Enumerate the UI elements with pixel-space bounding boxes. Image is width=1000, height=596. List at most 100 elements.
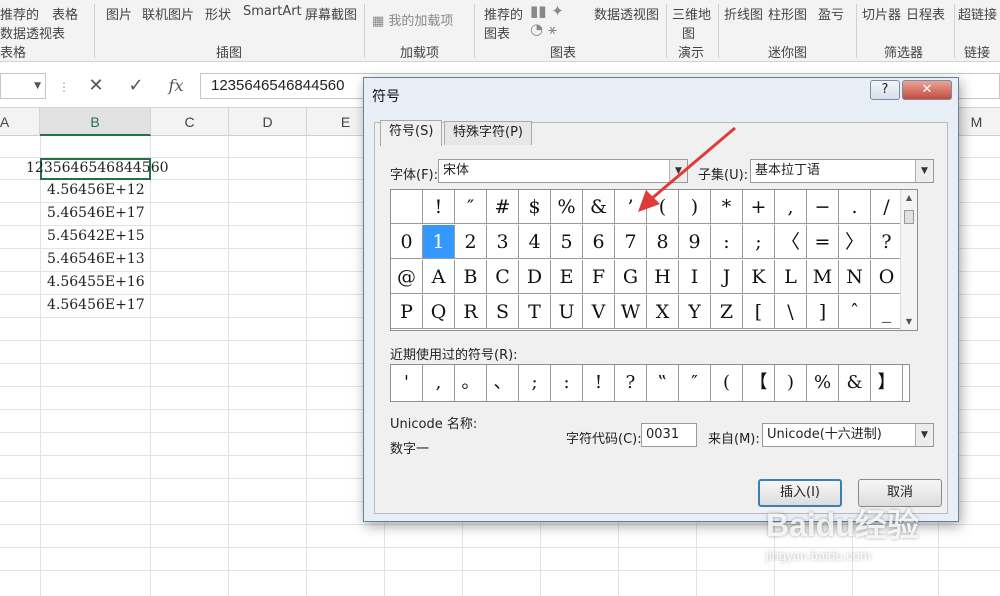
chevron-down-icon[interactable]: ▼: [669, 160, 687, 182]
symbol-cell[interactable]: H: [647, 260, 679, 294]
3d-map-button[interactable]: 三维地 图: [672, 4, 711, 42]
symbol-cell[interactable]: C: [487, 260, 519, 294]
symbol-cell[interactable]: A: [423, 260, 455, 294]
symbol-cell[interactable]: ): [679, 190, 711, 224]
symbol-cell[interactable]: 3: [487, 225, 519, 259]
recent-symbol-cell[interactable]: 【: [743, 365, 775, 401]
symbol-cell[interactable]: K: [743, 260, 775, 294]
recent-symbol-cell[interactable]: ″: [679, 365, 711, 401]
from-select[interactable]: Unicode(十六进制) ▼: [762, 423, 934, 447]
recent-symbol-cell[interactable]: (: [711, 365, 743, 401]
recent-symbol-cell[interactable]: ': [391, 365, 423, 401]
symbol-cell[interactable]: −: [807, 190, 839, 224]
pivot-chart-button[interactable]: 数据透视图: [594, 4, 659, 23]
recent-symbol-cell[interactable]: ‟: [647, 365, 679, 401]
chevron-down-icon[interactable]: ▼: [915, 160, 933, 182]
sparkline-winloss-button[interactable]: 盈亏: [818, 4, 844, 23]
symbol-cell[interactable]: 2: [455, 225, 487, 259]
recent-symbol-cell[interactable]: 、: [487, 365, 519, 401]
symbol-cell[interactable]: +: [743, 190, 775, 224]
symbol-cell[interactable]: 7: [615, 225, 647, 259]
name-box[interactable]: ▼: [0, 73, 46, 99]
scroll-thumb[interactable]: [904, 210, 914, 224]
symbol-cell[interactable]: U: [551, 295, 583, 329]
recent-symbol-cell[interactable]: ;: [519, 365, 551, 401]
symbol-cell[interactable]: B: [455, 260, 487, 294]
symbol-cell[interactable]: ;: [743, 225, 775, 259]
symbol-cell[interactable]: [391, 190, 423, 224]
symbol-cell[interactable]: ]: [807, 295, 839, 329]
symbol-cell[interactable]: Q: [423, 295, 455, 329]
symbol-cell[interactable]: ″: [455, 190, 487, 224]
enter-icon[interactable]: ✓: [118, 73, 154, 99]
symbol-cell[interactable]: &: [583, 190, 615, 224]
symbol-cell[interactable]: X: [647, 295, 679, 329]
symbol-cell[interactable]: !: [423, 190, 455, 224]
subset-select[interactable]: 基本拉丁语 ▼: [750, 159, 934, 183]
my-addins-button[interactable]: ▦ 我的加载项: [372, 10, 453, 29]
smartart-button[interactable]: SmartArt: [243, 4, 302, 19]
recent-symbol-cell[interactable]: !: [583, 365, 615, 401]
symbol-cell[interactable]: =: [807, 225, 839, 259]
recent-symbol-cell[interactable]: 】: [871, 365, 903, 401]
chart-type-icons[interactable]: ▮▮ ✦ ◔ ⚹: [530, 2, 564, 38]
font-select[interactable]: 宋体 ▼: [438, 159, 688, 183]
symbol-cell[interactable]: Y: [679, 295, 711, 329]
symbol-cell[interactable]: (: [647, 190, 679, 224]
recent-symbol-cell[interactable]: 。: [455, 365, 487, 401]
symbol-cell[interactable]: [: [743, 295, 775, 329]
hyperlink-button[interactable]: 超链接: [958, 4, 997, 23]
symbol-cell[interactable]: W: [615, 295, 647, 329]
symbol-cell[interactable]: ,: [775, 190, 807, 224]
symbol-cell[interactable]: D: [519, 260, 551, 294]
cell-b6[interactable]: 5.46546E+13: [47, 251, 145, 267]
symbol-cell[interactable]: 8: [647, 225, 679, 259]
recent-symbol-cell[interactable]: ?: [615, 365, 647, 401]
symbol-cell[interactable]: %: [551, 190, 583, 224]
sparkline-column-button[interactable]: 柱形图: [768, 4, 807, 23]
slicer-button[interactable]: 切片器: [862, 4, 901, 23]
symbol-cell[interactable]: E: [551, 260, 583, 294]
symbol-cell[interactable]: Z: [711, 295, 743, 329]
cell-b2[interactable]: 1235646546844560: [26, 160, 169, 176]
column-header-d[interactable]: D: [229, 108, 307, 136]
close-button[interactable]: ✕: [902, 80, 952, 100]
recent-symbol-cell[interactable]: ,: [423, 365, 455, 401]
symbol-scrollbar[interactable]: ▲ ▼: [900, 190, 917, 330]
symbol-cell[interactable]: .: [839, 190, 871, 224]
drag-handle-icon[interactable]: ⋮: [58, 80, 70, 94]
symbol-cell[interactable]: 0: [391, 225, 423, 259]
symbol-cell[interactable]: 9: [679, 225, 711, 259]
timeline-button[interactable]: 日程表: [906, 4, 945, 23]
symbol-cell[interactable]: /: [871, 190, 903, 224]
table-button[interactable]: 表格: [52, 4, 78, 23]
symbol-cell[interactable]: #: [487, 190, 519, 224]
symbol-cell[interactable]: O: [871, 260, 903, 294]
recent-symbol-cell[interactable]: ): [775, 365, 807, 401]
sparkline-line-button[interactable]: 折线图: [724, 4, 763, 23]
cell-b4[interactable]: 5.46546E+17: [47, 205, 145, 221]
symbol-cell[interactable]: T: [519, 295, 551, 329]
help-button[interactable]: ?: [870, 80, 900, 100]
symbol-cell[interactable]: *: [711, 190, 743, 224]
symbol-cell[interactable]: _: [871, 295, 903, 329]
symbol-cell[interactable]: L: [775, 260, 807, 294]
cell-b3[interactable]: 4.56456E+12: [47, 182, 145, 198]
symbol-cell[interactable]: V: [583, 295, 615, 329]
symbol-cell[interactable]: G: [615, 260, 647, 294]
column-header-a[interactable]: A: [0, 108, 40, 136]
insert-function-icon[interactable]: fx: [158, 73, 194, 99]
cell-b8[interactable]: 4.56456E+17: [47, 297, 145, 313]
symbol-cell[interactable]: N: [839, 260, 871, 294]
scroll-up-icon[interactable]: ▲: [901, 190, 917, 206]
symbol-cell[interactable]: 4: [519, 225, 551, 259]
chevron-down-icon[interactable]: ▼: [34, 74, 41, 98]
symbol-cell[interactable]: M: [807, 260, 839, 294]
chevron-down-icon[interactable]: ▼: [915, 424, 933, 446]
shapes-button[interactable]: 形状: [205, 4, 231, 23]
symbol-cell[interactable]: $: [519, 190, 551, 224]
symbol-cell[interactable]: R: [455, 295, 487, 329]
online-picture-button[interactable]: 联机图片: [142, 4, 194, 23]
cell-b7[interactable]: 4.56455E+16: [47, 274, 145, 290]
symbol-cell[interactable]: P: [391, 295, 423, 329]
